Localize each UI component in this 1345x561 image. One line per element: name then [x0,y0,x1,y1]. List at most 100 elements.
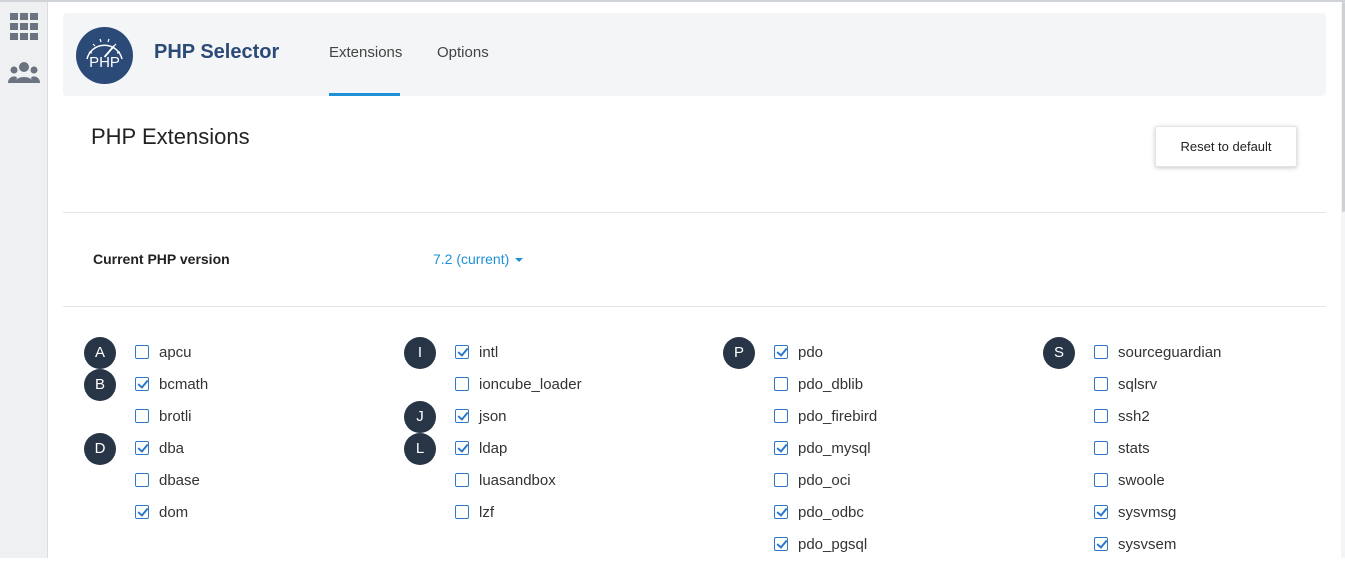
checkmark-icon [775,345,788,357]
extension-checkbox[interactable] [774,409,788,423]
extension-checkbox[interactable] [455,409,469,423]
checkmark-icon [775,537,788,549]
extension-label: apcu [159,344,192,361]
letter-badge: A [84,337,116,369]
extension-label: dbase [159,472,200,489]
extension-checkbox[interactable] [135,505,149,519]
checkmark-icon [456,441,469,453]
caret-down-icon [515,258,524,263]
checkmark-icon [136,441,149,453]
extension-label: sysvsem [1118,536,1177,553]
extension-checkbox[interactable] [135,409,149,423]
letter-group-d: Ddba dbase dom [84,433,200,529]
extension-checkbox[interactable] [1094,505,1108,519]
letter-group-a: Aapcu [84,337,192,369]
page-title: PHP Extensions [91,124,250,149]
extension-label: pdo_firebird [798,408,878,425]
letter-badge: P [723,337,755,369]
extensions-column: Ppdo pdo_dblib pdo_firebird pdo_mysql pdo_oc… [723,337,877,561]
extension-checkbox[interactable] [1094,345,1108,359]
extension-label: pdo_pgsql [798,536,868,553]
extension-checkbox[interactable] [455,473,469,487]
extension-label: lzf [479,504,494,521]
extension-label: ssh2 [1118,408,1150,425]
app-header: PHP PHP Selector Extensions Options [63,13,1326,96]
php-version-label: Current PHP version [93,251,230,267]
extension-label: swoole [1118,472,1165,489]
extension-checkbox[interactable] [455,505,469,519]
letter-badge: S [1043,337,1075,369]
divider [63,306,1326,307]
extension-label: pdo [798,344,824,361]
extensions-column: Ssourceguardian sqlsrv ssh2 stats swoole sysv… [1043,337,1221,561]
extension-label: pdo_oci [798,472,851,489]
extension-label: pdo_mysql [798,440,871,457]
extension-label: stats [1118,440,1150,457]
letter-badge: J [404,401,436,433]
extensions-column: Iintl ioncube_loader Jjson Lldap luasandbox l… [404,337,582,529]
php-logo: PHP [76,27,133,84]
checkmark-icon [136,377,149,389]
letter-group-l: Lldap luasandbox lzf [404,433,556,529]
checkmark-icon [456,345,469,357]
extension-checkbox[interactable] [135,345,149,359]
extension-checkbox[interactable] [1094,441,1108,455]
letter-badge: I [404,337,436,369]
extension-label: json [479,408,507,425]
extension-checkbox[interactable] [135,441,149,455]
logo-text: PHP [89,54,120,71]
letter-badge: D [84,433,116,465]
left-rail [0,2,48,558]
divider [63,212,1326,213]
extension-label: pdo_odbc [798,504,864,521]
letter-badge: L [404,433,436,465]
checkmark-icon [775,441,788,453]
extension-checkbox[interactable] [1094,473,1108,487]
checkmark-icon [1095,537,1108,549]
extension-label: brotli [159,408,192,425]
extension-label: sqlsrv [1118,376,1158,393]
checkmark-icon [136,505,149,517]
extension-checkbox[interactable] [774,441,788,455]
extension-checkbox[interactable] [1094,377,1108,391]
checkmark-icon [1095,505,1108,517]
extension-label: sysvmsg [1118,504,1177,521]
letter-group-b: Bbcmath brotli [84,369,208,433]
extension-checkbox[interactable] [774,505,788,519]
extension-checkbox[interactable] [774,537,788,551]
extension-label: dba [159,440,185,457]
extension-label: pdo_dblib [798,376,864,393]
letter-badge: B [84,369,116,401]
letter-group-s: Ssourceguardian sqlsrv ssh2 stats swoole sysv… [1043,337,1221,561]
tab-options[interactable]: Options [437,13,489,96]
extension-checkbox[interactable] [774,345,788,359]
reset-to-default-button[interactable]: Reset to default [1155,126,1297,167]
extension-label: bcmath [159,376,209,393]
top-border [0,0,1345,2]
extension-checkbox[interactable] [455,345,469,359]
letter-group-j: Jjson [404,401,507,433]
users-icon[interactable] [8,59,40,89]
php-version-value: 7.2 (current) [433,251,510,267]
extension-label: ldap [479,440,508,457]
php-version-dropdown[interactable]: 7.2 (current) [433,251,524,267]
app-title: PHP Selector [154,41,280,63]
extension-checkbox[interactable] [1094,409,1108,423]
extension-checkbox[interactable] [455,441,469,455]
extension-label: sourceguardian [1118,344,1222,361]
extensions-column: Aapcu Bbcmath brotli Ddba dbase dom [84,337,208,529]
extension-checkbox[interactable] [135,377,149,391]
grid-icon[interactable] [8,12,40,42]
extension-label: luasandbox [479,472,556,489]
extension-checkbox[interactable] [774,473,788,487]
extension-label: ioncube_loader [479,376,582,393]
extension-checkbox[interactable] [1094,537,1108,551]
extension-label: dom [159,504,189,521]
extension-checkbox[interactable] [135,473,149,487]
extension-checkbox[interactable] [455,377,469,391]
letter-group-i: Iintl ioncube_loader [404,337,582,401]
extension-checkbox[interactable] [774,377,788,391]
tab-extensions[interactable]: Extensions [329,13,402,96]
checkmark-icon [775,505,788,517]
extension-label: intl [479,344,499,361]
